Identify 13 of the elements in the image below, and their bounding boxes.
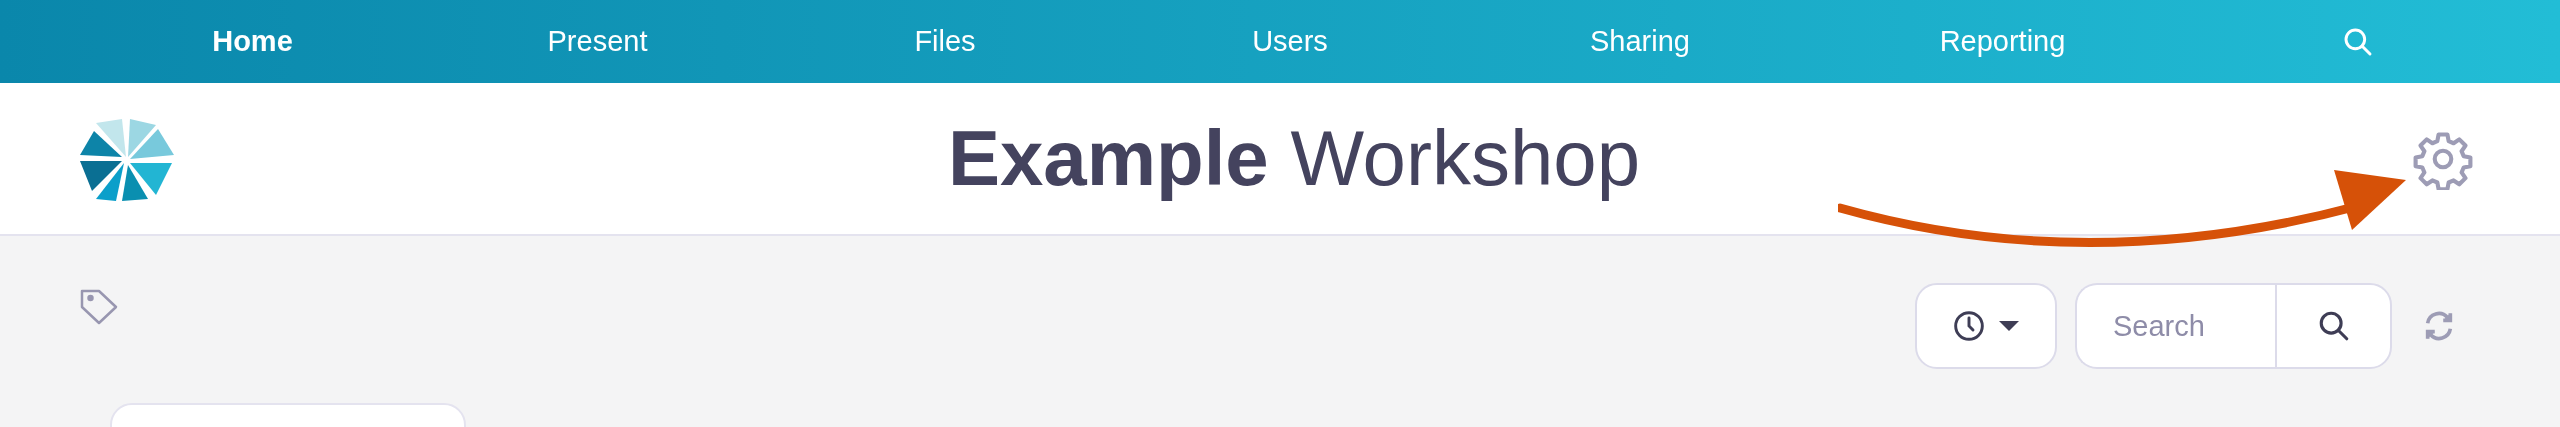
tag-icon (80, 287, 120, 325)
nav-tab[interactable]: Sharing (1590, 19, 1690, 64)
caret-icon (1999, 321, 2019, 331)
workshop-title: Example Workshop (947, 113, 1641, 204)
nav-tab[interactable]: Files (914, 19, 976, 64)
search-button[interactable] (2275, 283, 2392, 369)
nav-tab[interactable]: Users (1252, 19, 1328, 64)
history-dropdown[interactable] (1915, 283, 2057, 369)
search-input[interactable]: Search (2075, 283, 2275, 369)
clock-icon (1953, 310, 1985, 342)
nav-tab[interactable]: Reporting (1939, 19, 2066, 64)
nav-tab[interactable]: Home (212, 19, 293, 64)
nav-tab[interactable]: Present (547, 19, 648, 64)
